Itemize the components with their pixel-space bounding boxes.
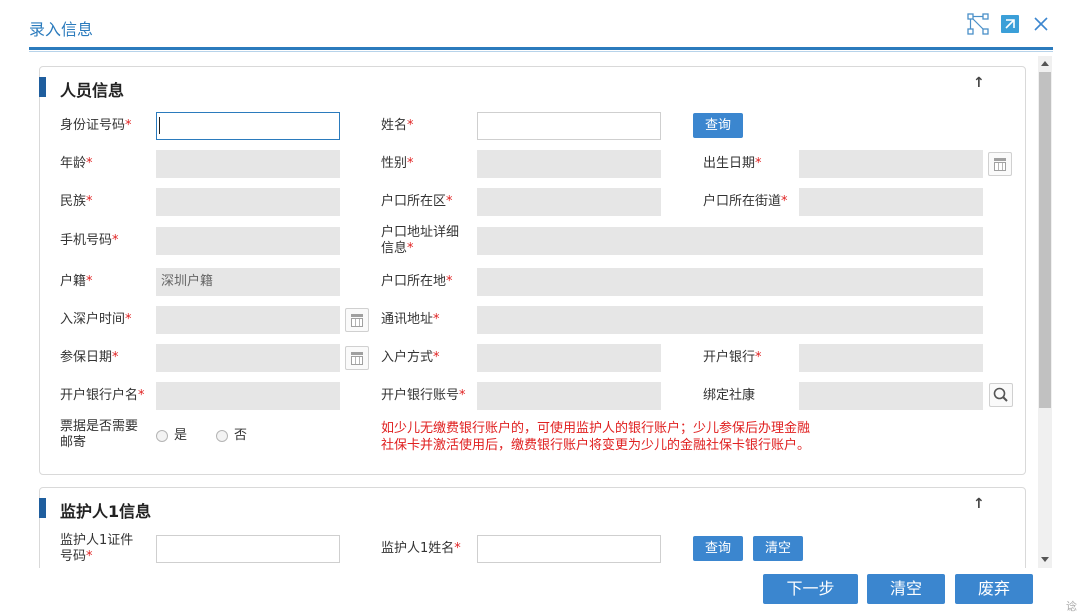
phone-input (156, 227, 340, 255)
gender-input (477, 150, 661, 178)
sz-hukou-time-input (156, 306, 340, 334)
vertical-scrollbar[interactable] (1038, 56, 1052, 568)
radio-no-label: 否 (234, 428, 248, 443)
name-label: 姓名* (381, 118, 414, 133)
hukou-type-input: 深圳户籍 (156, 268, 340, 296)
birth-date-label: 出生日期* (703, 156, 762, 171)
scroll-up-arrow-icon[interactable] (1041, 61, 1049, 66)
hukou-location-input (477, 268, 983, 296)
guardian-name-label: 监护人1姓名* (381, 541, 461, 556)
insured-date-input (156, 344, 340, 372)
scroll-thumb[interactable] (1039, 72, 1051, 408)
age-label: 年龄* (60, 156, 93, 171)
text-caret (159, 117, 160, 134)
bank-account-name-input (156, 382, 340, 410)
hukou-detail-label: 户口地址详细 信息* (381, 225, 460, 256)
next-step-button[interactable]: 下一步 (763, 574, 858, 604)
calendar-icon[interactable] (345, 346, 369, 370)
close-icon[interactable] (1030, 13, 1052, 35)
sz-hukou-time-label: 入深户时间* (60, 312, 132, 327)
bank-account-note: 如少儿无缴费银行账户的，可使用监护人的银行账户；少儿参保后办理金融 社保卡并激活… (381, 421, 811, 453)
bank-input (799, 344, 983, 372)
radio-no[interactable] (216, 430, 228, 442)
dialog-title: 录入信息 (29, 20, 94, 39)
mail-address-label: 通讯地址* (381, 312, 440, 327)
birth-date-input (799, 150, 983, 178)
calendar-icon[interactable] (988, 152, 1012, 176)
section-marker (39, 77, 46, 97)
hukou-type-label: 户籍* (60, 274, 93, 289)
receipt-mail-label: 票据是否需要 邮寄 (60, 419, 139, 450)
corner-watermark-text: 谂 (1066, 600, 1077, 613)
age-input (156, 150, 340, 178)
calendar-icon[interactable] (345, 308, 369, 332)
hukou-district-input (477, 188, 661, 216)
name-input[interactable] (477, 112, 661, 140)
dialog-titlebar: 录入信息 (0, 0, 1082, 52)
query-button[interactable]: 查询 (693, 113, 743, 138)
section-marker (39, 498, 46, 518)
clear-button[interactable]: 清空 (867, 574, 945, 604)
radio-yes[interactable] (156, 430, 168, 442)
search-icon[interactable] (989, 383, 1013, 407)
bind-shekang-label: 绑定社康 (703, 388, 756, 403)
title-divider-light (29, 51, 1053, 52)
collapse-arrow-icon[interactable]: ↑ (973, 75, 985, 91)
scroll-down-arrow-icon[interactable] (1041, 557, 1049, 562)
hukou-location-label: 户口所在地* (381, 274, 453, 289)
guardian-info-title: 监护人1信息 (60, 502, 152, 521)
hukou-district-label: 户口所在区* (381, 194, 453, 209)
popout-icon[interactable] (999, 13, 1021, 35)
insured-date-label: 参保日期* (60, 350, 119, 365)
person-info-title: 人员信息 (60, 81, 125, 100)
mail-address-input (477, 306, 983, 334)
id-number-input[interactable] (156, 112, 340, 140)
hukou-method-label: 入户方式* (381, 350, 440, 365)
guardian-name-input[interactable] (477, 535, 661, 563)
bank-label: 开户银行* (703, 350, 762, 365)
guardian-id-label: 监护人1证件 号码* (60, 533, 134, 564)
network-icon[interactable] (967, 13, 989, 35)
guardian-query-button[interactable]: 查询 (693, 536, 743, 561)
radio-yes-label: 是 (174, 428, 188, 443)
bind-shekang-input (799, 382, 983, 410)
phone-label: 手机号码* (60, 233, 119, 248)
ethnicity-label: 民族* (60, 194, 93, 209)
guardian-clear-button[interactable]: 清空 (753, 536, 803, 561)
hukou-detail-input (477, 227, 983, 255)
guardian-id-input[interactable] (156, 535, 340, 563)
guardian-info-panel: 监护人1信息 ↑ 监护人1证件 号码* 监护人1姓名* 查询 清空 (39, 487, 1026, 568)
hukou-street-input (799, 188, 983, 216)
bank-account-no-input (477, 382, 661, 410)
title-divider (29, 47, 1053, 50)
hukou-method-input (477, 344, 661, 372)
discard-button[interactable]: 废弃 (955, 574, 1033, 604)
bank-account-name-label: 开户银行户名* (60, 388, 145, 403)
form-content: 人员信息 ↑ 身份证号码* 姓名* 查询 年龄* 性别* 出生日期* 民族* 户… (29, 56, 1039, 568)
bank-account-no-label: 开户银行账号* (381, 388, 466, 403)
collapse-arrow-icon[interactable]: ↑ (973, 496, 985, 512)
id-number-label: 身份证号码* (60, 118, 132, 133)
person-info-panel: 人员信息 ↑ 身份证号码* 姓名* 查询 年龄* 性别* 出生日期* 民族* 户… (39, 66, 1026, 475)
ethnicity-input (156, 188, 340, 216)
gender-label: 性别* (381, 156, 414, 171)
hukou-street-label: 户口所在街道* (703, 194, 788, 209)
